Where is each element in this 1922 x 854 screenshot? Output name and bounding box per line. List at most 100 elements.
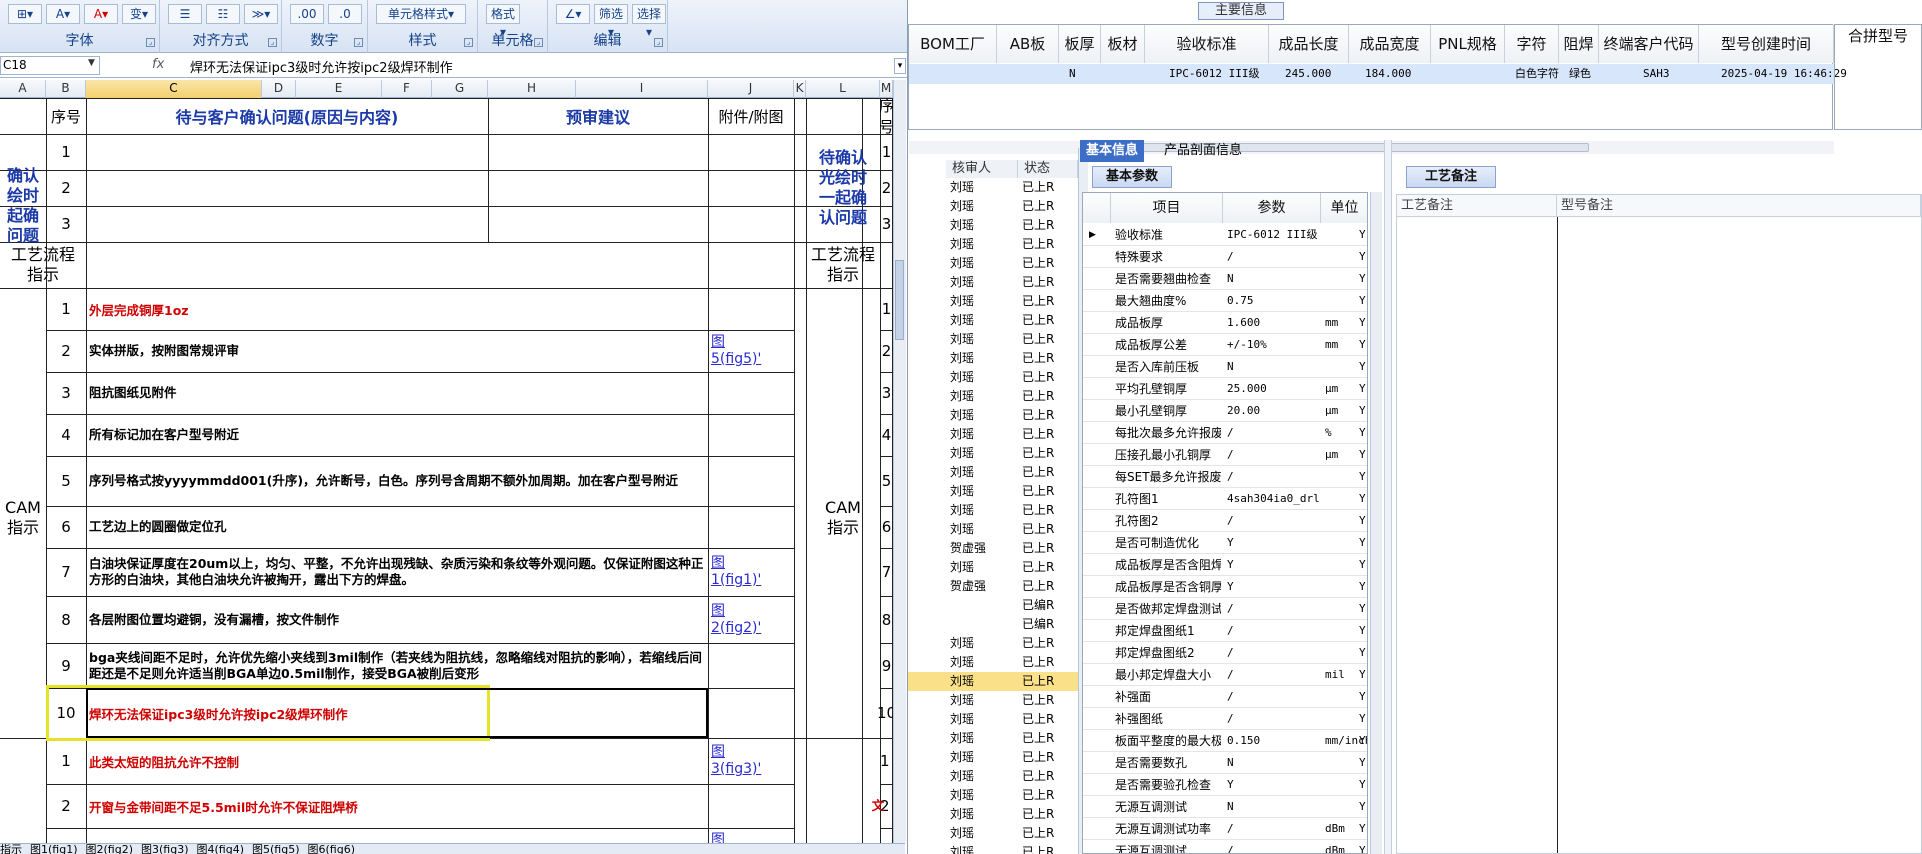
list-item[interactable]: 刘瑶 已上R <box>908 520 1078 539</box>
list-item[interactable]: 刘瑶 已上R <box>908 425 1078 444</box>
list-item[interactable]: 刘瑶 已上R <box>908 824 1078 843</box>
list-item[interactable]: 刘瑶 已上R <box>908 178 1078 197</box>
ribbon-button[interactable]: 筛选▾ <box>594 4 628 39</box>
table-cell[interactable]: 245.000 <box>1285 64 1331 84</box>
column-header[interactable]: 单位 <box>1321 193 1367 223</box>
ribbon-button[interactable]: ≫▾ <box>244 4 278 24</box>
dialog-launcher-icon[interactable]: ⌟ <box>654 38 663 47</box>
sheet-tabs[interactable]: 指示 图1(fig1) 图2(fig2) 图3(fig3) 图4(fig4) 图5(fig… <box>0 843 905 854</box>
list-item[interactable]: 刘瑶 已上R <box>908 634 1078 653</box>
ribbon-button[interactable]: .0 <box>328 4 362 24</box>
list-item[interactable]: 刘瑶 已上R <box>908 710 1078 729</box>
column-header[interactable]: D <box>262 80 296 98</box>
list-item[interactable]: 贺虚强 已上R <box>908 539 1078 558</box>
param-value[interactable]: / <box>1227 422 1319 444</box>
table-row[interactable]: 是否需要数孔 N Y <box>1083 752 1367 774</box>
list-item[interactable]: 刘瑶 已上R <box>908 235 1078 254</box>
table-row[interactable]: 成品板厚是否含铜厚 Y Y <box>1083 576 1367 598</box>
expand-formula-icon[interactable]: ▾ <box>894 58 906 74</box>
table-row[interactable]: 邦定焊盘图纸1 / Y <box>1083 620 1367 642</box>
list-item[interactable]: 贺虚强 已上R <box>908 577 1078 596</box>
tab-basic-params[interactable]: 基本参数 <box>1092 166 1172 188</box>
sheet-tab[interactable]: 图2(fig2) <box>86 844 134 854</box>
table-row[interactable]: 成品板厚是否含阻焊 Y Y <box>1083 554 1367 576</box>
table-row[interactable]: 最大翘曲度% 0.75 Y <box>1083 290 1367 312</box>
dialog-launcher-icon[interactable]: ⌟ <box>268 38 277 47</box>
list-item[interactable]: 刘瑶 已上R <box>908 349 1078 368</box>
param-value[interactable]: / <box>1227 620 1319 642</box>
sheet-tab[interactable]: 指示 <box>0 844 22 854</box>
sheet-tab[interactable]: 图6(fig6) <box>308 844 356 854</box>
param-value[interactable]: / <box>1227 818 1319 840</box>
list-item[interactable]: 刘瑶 已上R <box>908 197 1078 216</box>
column-header[interactable]: 成品长度 <box>1269 25 1349 63</box>
instruction-text[interactable]: 工艺边上的圆圈做定位孔 <box>89 506 705 548</box>
function-icon[interactable]: fx <box>152 57 164 72</box>
ribbon-button[interactable]: ⊞▾ <box>8 4 42 24</box>
table-row[interactable]: 压接孔最小孔铜厚 / μm Y <box>1083 444 1367 466</box>
column-header[interactable]: 板厚 <box>1059 25 1101 63</box>
table-cell[interactable]: IPC-6012 III级 <box>1169 64 1259 84</box>
column-header[interactable]: I <box>576 80 708 98</box>
dialog-launcher-icon[interactable]: ⌟ <box>146 38 155 47</box>
table-row[interactable]: 板面平整度的最大极差0.150mm/inchY <box>1083 730 1367 752</box>
instruction-text[interactable]: 所有标记加在客户型号附近 <box>89 414 705 456</box>
dialog-launcher-icon[interactable]: ⌟ <box>354 38 363 47</box>
list-item[interactable]: 刘瑶 已上R <box>908 843 1078 854</box>
param-value[interactable]: / <box>1227 664 1319 686</box>
name-box[interactable]: C18 <box>0 56 100 75</box>
table-cell[interactable]: N <box>1069 64 1076 84</box>
list-item[interactable]: 刘瑶 已上R <box>908 748 1078 767</box>
column-header[interactable]: 型号创建时间 <box>1699 25 1834 63</box>
column-header[interactable]: 终端客户代码 <box>1599 25 1699 63</box>
param-value[interactable]: Y <box>1227 774 1319 796</box>
param-value[interactable]: N <box>1227 268 1319 290</box>
table-row[interactable]: 特殊要求 / Y <box>1083 246 1367 268</box>
ribbon-button[interactable]: ☷ <box>206 4 240 24</box>
formula-input[interactable]: 焊环无法保证ipc3级时允许按ipc2级焊环制作 <box>190 57 453 76</box>
dialog-launcher-icon[interactable]: ⌟ <box>534 38 543 47</box>
table-row[interactable]: 邦定焊盘图纸2 / Y <box>1083 642 1367 664</box>
attachment-link[interactable]: 图 3(fig3)' <box>711 738 793 784</box>
sheet-grid[interactable]: 序号待与客户确认问题(原因与内容)预审建议附件/附图序号确认 绘时 起确 问题工… <box>0 98 893 843</box>
param-value[interactable]: / <box>1227 510 1319 532</box>
column-header[interactable]: 核审人 <box>946 160 1018 178</box>
table-row[interactable]: 补强面 / Y <box>1083 686 1367 708</box>
sheet-tab[interactable]: 图4(fig4) <box>197 844 245 854</box>
list-item[interactable]: 刘瑶 已上R <box>908 292 1078 311</box>
ribbon-button[interactable]: 选择▾ <box>632 4 666 39</box>
param-value[interactable]: N <box>1227 752 1319 774</box>
active-cell[interactable] <box>86 688 708 738</box>
ribbon-button[interactable]: 变▾ <box>122 4 156 24</box>
table-row[interactable]: ▶ 验收标准 IPC-6012 III级 Y <box>1083 224 1367 246</box>
list-item[interactable]: 刘瑶 已上R <box>908 482 1078 501</box>
list-item[interactable]: 刘瑶 已上R <box>908 216 1078 235</box>
table-row[interactable]: 是否入库前压板 N Y <box>1083 356 1367 378</box>
param-value[interactable]: Y <box>1227 554 1319 576</box>
ribbon-button[interactable]: A▾ <box>84 4 118 24</box>
column-header[interactable]: C <box>86 80 262 98</box>
param-value[interactable]: / <box>1227 642 1319 664</box>
list-item[interactable]: 刘瑶 已上R <box>908 805 1078 824</box>
param-value[interactable]: 0.150 <box>1227 730 1319 752</box>
table-row[interactable]: 成品板厚公差 +/-10% mm Y <box>1083 334 1367 356</box>
table-row[interactable]: 是否做邦定焊盘测试 / Y <box>1083 598 1367 620</box>
list-item[interactable]: 刘瑶 已上R <box>908 406 1078 425</box>
param-value[interactable]: 25.000 <box>1227 378 1319 400</box>
param-value[interactable]: 0.75 <box>1227 290 1319 312</box>
param-value[interactable]: / <box>1227 598 1319 620</box>
table-row[interactable]: N IPC-6012 III级 245.000 184.000 白色字符 绿色 SAH3 20… <box>909 64 1847 84</box>
chevron-down-icon[interactable]: ▼ <box>88 58 95 68</box>
column-header[interactable]: L <box>806 80 880 98</box>
tab-product-section[interactable]: 产品剖面信息 <box>1158 140 1248 162</box>
param-value[interactable]: Y <box>1227 532 1319 554</box>
dialog-launcher-icon[interactable]: ⌟ <box>464 38 473 47</box>
vertical-scrollbar[interactable] <box>893 80 906 843</box>
table-row[interactable]: 无源互调测试 N Y <box>1083 796 1367 818</box>
table-row[interactable]: 成品板厚 1.600 mm Y <box>1083 312 1367 334</box>
list-item[interactable]: 刘瑶 已上R <box>908 444 1078 463</box>
ribbon-button[interactable]: ∠▾ <box>556 4 590 24</box>
ribbon-button[interactable]: A▾ <box>46 4 80 24</box>
table-row[interactable]: 最小孔壁铜厚 20.00 μm Y <box>1083 400 1367 422</box>
column-header[interactable]: K <box>794 80 806 98</box>
